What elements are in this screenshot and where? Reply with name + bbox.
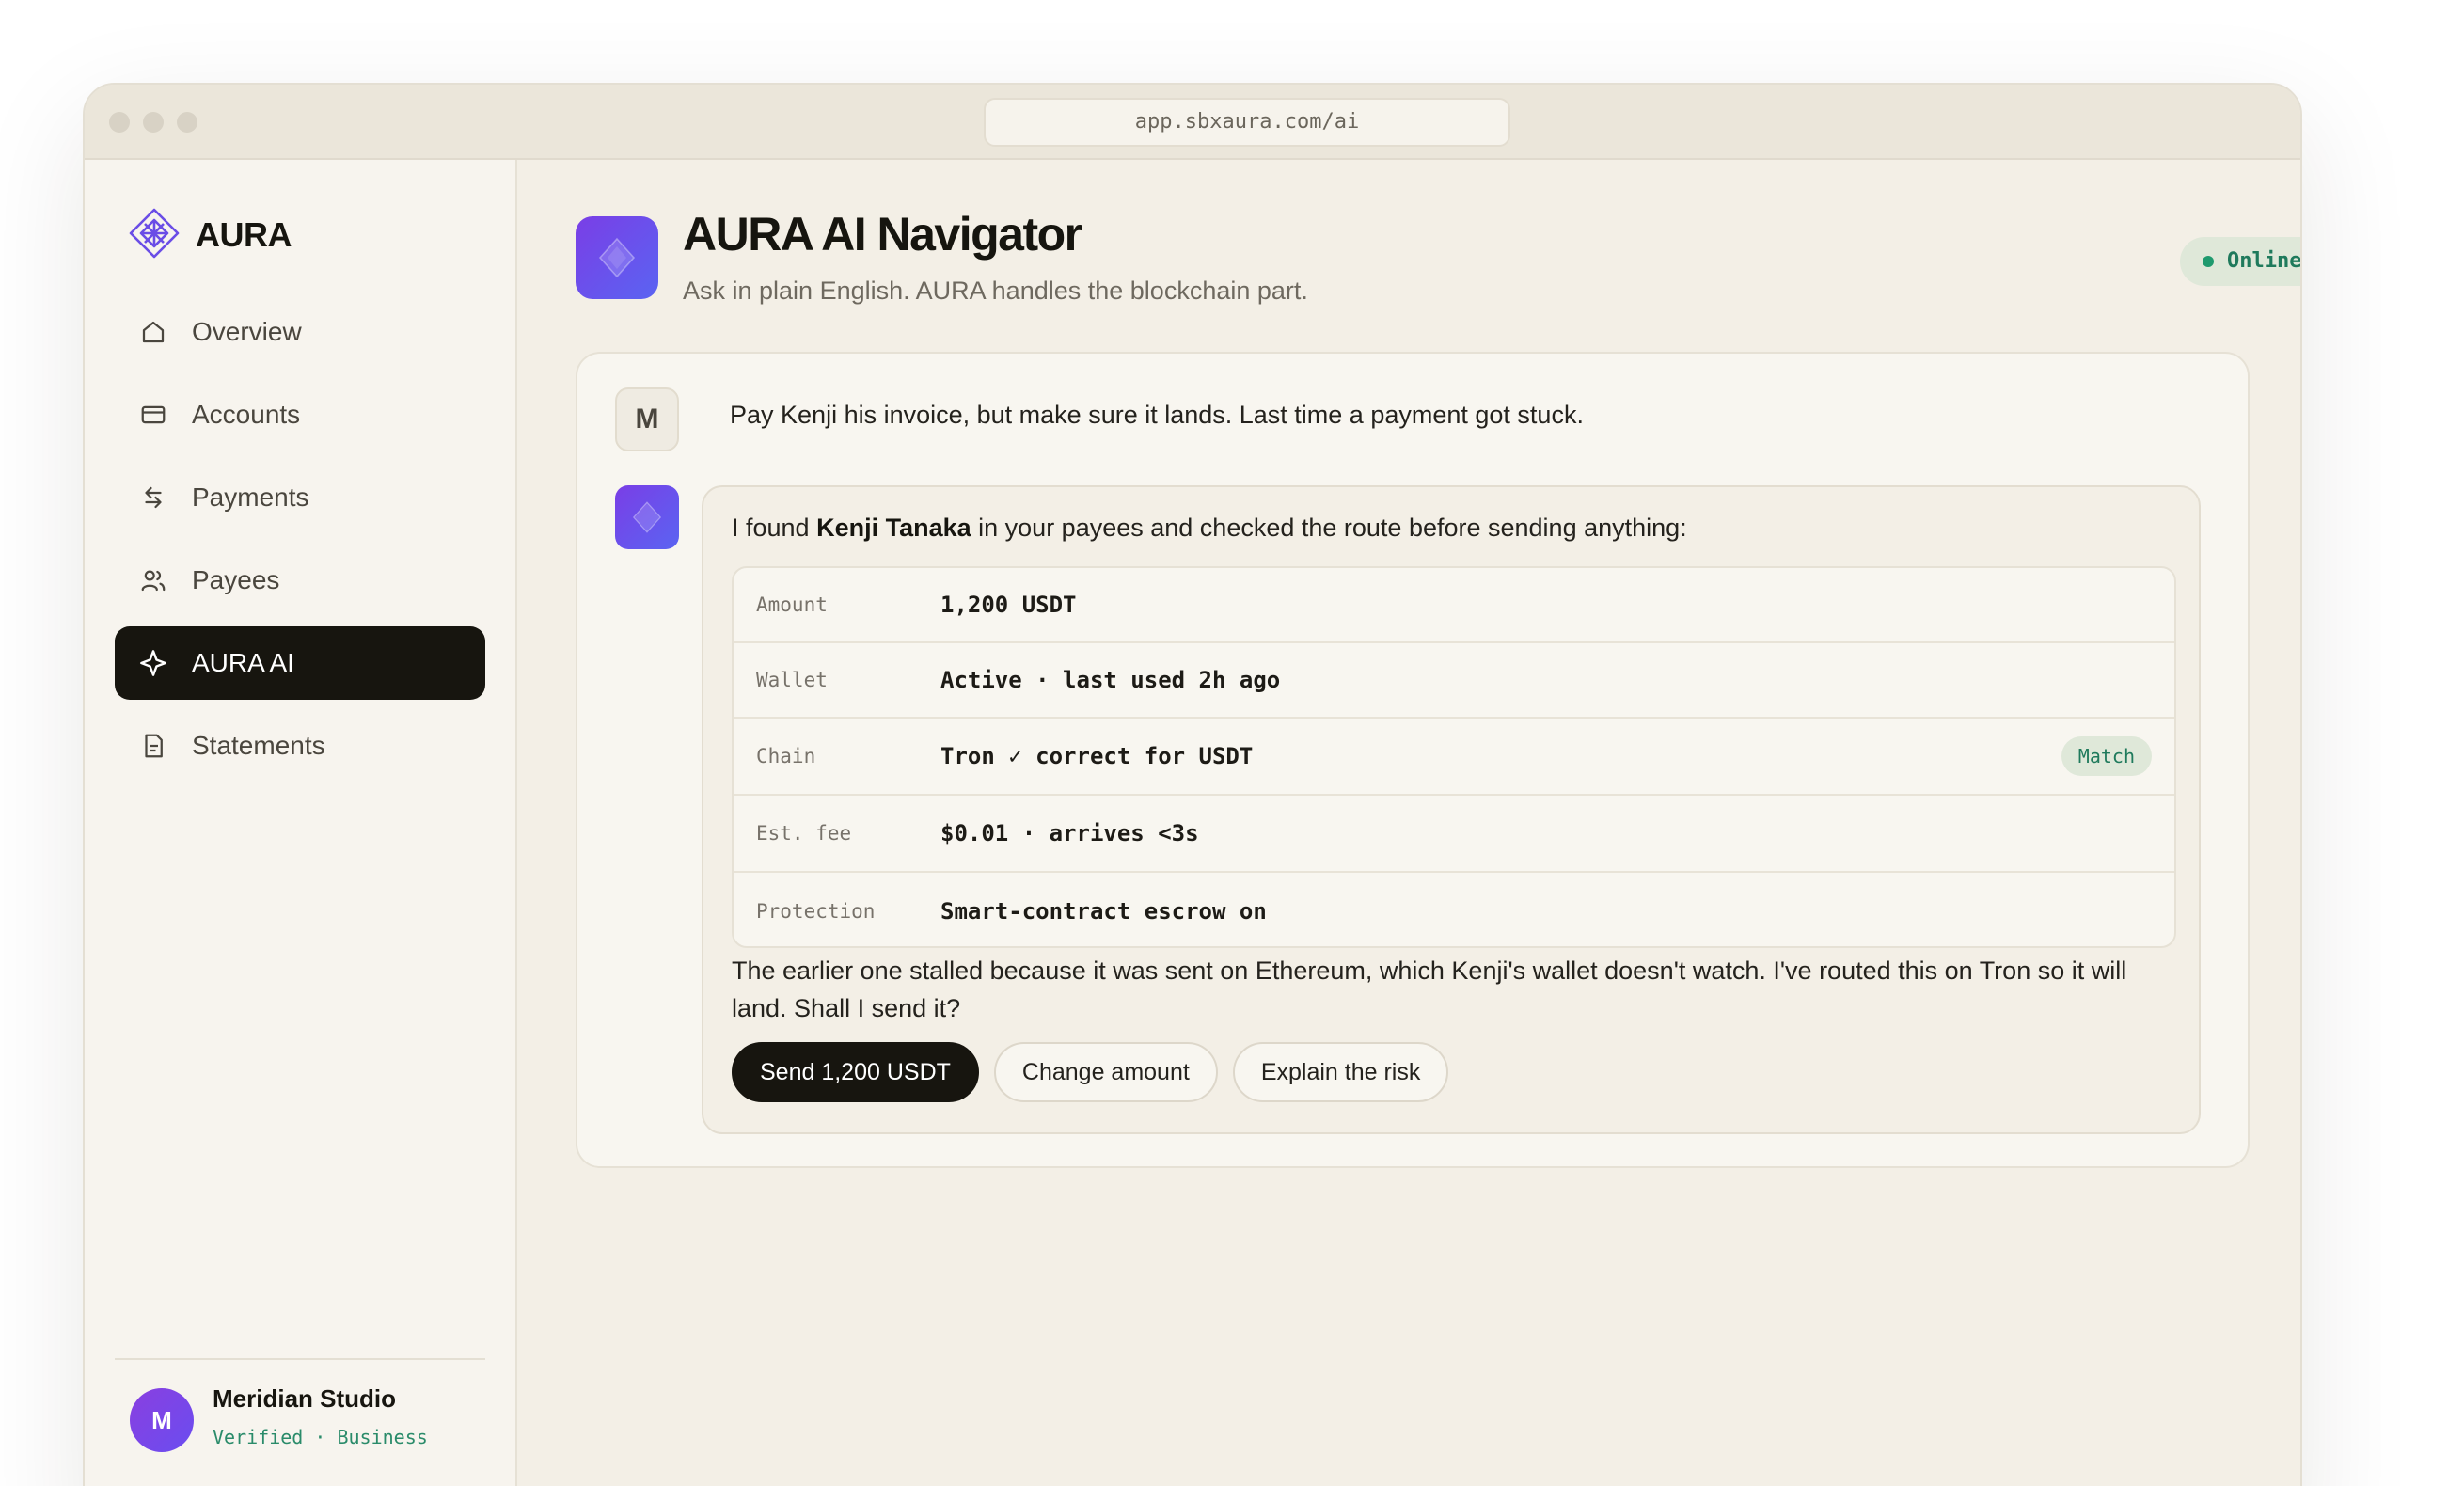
fact-row-fee: Est. fee $0.01 · arrives <3s	[734, 796, 2174, 873]
window-minimize-button[interactable]	[143, 112, 164, 133]
fact-label: Est. fee	[756, 822, 852, 845]
user-message-avatar: M	[615, 387, 679, 451]
sidebar-item-label: Overview	[192, 317, 302, 346]
fact-value: Active · last used 2h ago	[940, 667, 1281, 693]
fact-row-wallet: Wallet Active · last used 2h ago	[734, 643, 2174, 719]
card-icon	[137, 399, 169, 431]
address-bar[interactable]: app.sbxaura.com/ai	[984, 98, 1510, 147]
browser-window: app.sbxaura.com/ai AURA Overview Account…	[83, 83, 2302, 1486]
ai-message-note: The earlier one stalled because it was s…	[732, 956, 2127, 1022]
account-status: Verified · Business	[213, 1426, 428, 1448]
document-icon	[137, 730, 169, 762]
ai-navigator-icon	[576, 216, 658, 299]
sidebar-item-overview[interactable]: Overview	[115, 295, 485, 369]
sidebar-item-label: Accounts	[192, 400, 301, 429]
brand[interactable]: AURA	[128, 207, 292, 263]
ai-intro-text: I found	[732, 514, 817, 542]
sidebar-nav: Overview Accounts Payments Payees AURA A…	[115, 295, 485, 792]
account-name: Meridian Studio	[213, 1384, 396, 1413]
fact-label: Protection	[756, 900, 876, 923]
fact-label: Amount	[756, 593, 828, 616]
fact-label: Wallet	[756, 669, 828, 691]
brand-name: AURA	[196, 215, 292, 254]
sidebar-item-aura-ai[interactable]: AURA AI	[115, 626, 485, 700]
sidebar-item-label: AURA AI	[192, 648, 294, 677]
ai-message-intro: I found Kenji Tanaka in your payees and …	[732, 514, 1687, 543]
sidebar-item-label: Statements	[192, 731, 325, 760]
page-title: AURA AI Navigator	[683, 208, 1082, 261]
sparkle-icon	[137, 647, 169, 679]
window-close-button[interactable]	[109, 112, 130, 133]
fact-value: Smart-contract escrow on	[940, 898, 1267, 925]
sidebar-item-payments[interactable]: Payments	[115, 461, 485, 534]
sidebar-item-label: Payees	[192, 565, 280, 594]
transfer-icon	[137, 482, 169, 514]
people-icon	[137, 564, 169, 596]
fact-row-protection: Protection Smart-contract escrow on	[734, 873, 2174, 946]
avatar[interactable]: M	[130, 1388, 194, 1452]
send-payment-button[interactable]: Send 1,200 USDT	[732, 1042, 979, 1102]
account-footer: M Meridian Studio Verified · Business	[115, 1358, 485, 1452]
main-panel: AURA AI Navigator Ask in plain English. …	[519, 160, 2300, 1486]
sidebar-item-label: Payments	[192, 482, 309, 512]
fact-value: Tron ✓ correct for USDT	[940, 743, 1254, 769]
match-badge: Match	[2061, 736, 2152, 776]
sidebar-item-payees[interactable]: Payees	[115, 544, 485, 617]
payee-name: Kenji Tanaka	[816, 514, 971, 542]
fact-row-amount: Amount 1,200 USDT	[734, 568, 2174, 643]
page-subtitle: Ask in plain English. AURA handles the b…	[683, 277, 1308, 305]
ai-message: I found Kenji Tanaka in your payees and …	[702, 485, 2201, 1134]
status-badge: Online	[2180, 237, 2300, 286]
fact-value: $0.01 · arrives <3s	[940, 820, 1199, 846]
fact-value: 1,200 USDT	[940, 592, 1077, 618]
sidebar-item-statements[interactable]: Statements	[115, 709, 485, 783]
ai-avatar-icon	[615, 485, 679, 549]
browser-titlebar: app.sbxaura.com/ai	[85, 85, 2300, 160]
ai-actions: Send 1,200 USDT Change amount Explain th…	[732, 1042, 1463, 1102]
change-amount-button[interactable]: Change amount	[993, 1042, 1218, 1102]
home-icon	[137, 316, 169, 348]
sidebar-item-accounts[interactable]: Accounts	[115, 378, 485, 451]
payment-check-table: Amount 1,200 USDT Wallet Active · last u…	[732, 566, 2176, 948]
window-maximize-button[interactable]	[177, 112, 197, 133]
chat-thread: M Pay Kenji his invoice, but make sure i…	[576, 352, 2250, 1168]
sidebar: AURA Overview Accounts Payments Payees A…	[85, 160, 517, 1486]
ai-intro-text: in your payees and checked the route bef…	[971, 514, 1687, 542]
user-message: Pay Kenji his invoice, but make sure it …	[730, 401, 1584, 429]
aura-logo-icon	[128, 207, 181, 264]
fact-row-chain: Chain Tron ✓ correct for USDT Match	[734, 719, 2174, 796]
explain-risk-button[interactable]: Explain the risk	[1232, 1042, 1449, 1102]
fact-label: Chain	[756, 745, 816, 767]
